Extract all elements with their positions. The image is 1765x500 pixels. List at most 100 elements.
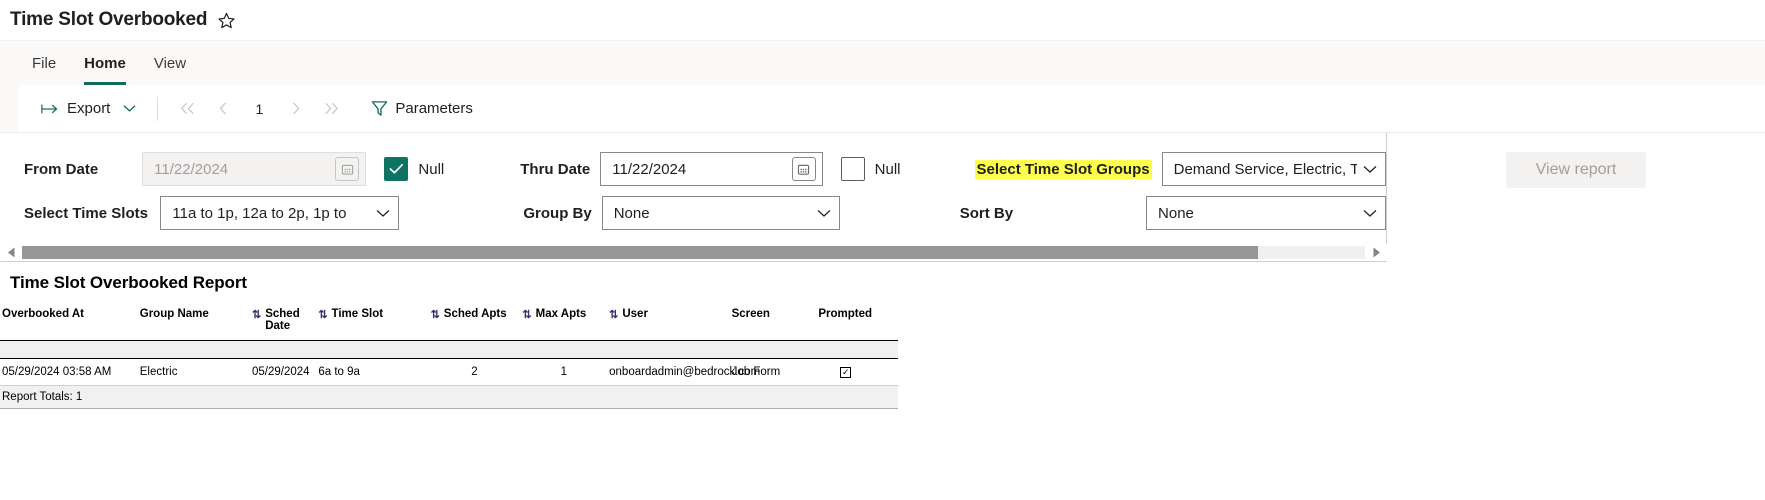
view-report-button[interactable]: View report [1505,152,1647,188]
table-header-row: Overbooked At Group Name ⇅ Sched Date ⇅ … [0,302,898,341]
tab-home-label: Home [84,54,126,72]
column-label: Screen [731,308,770,320]
tab-view-label: View [153,54,187,72]
parameters-panel: From Date 11/22/2024 Null Thru Date 11/2… [0,132,1765,244]
sort-by-dropdown[interactable]: None [1146,196,1386,230]
column-header-max-apts[interactable]: ⇅ Max Apts [520,302,608,341]
column-header-screen[interactable]: Screen [729,302,817,341]
report-table-body: 05/29/2024 03:58 AM Electric 05/29/2024 … [0,340,898,409]
star-outline-icon[interactable] [216,10,236,30]
double-chevron-right-icon[interactable] [314,94,348,124]
chevron-left-icon[interactable] [206,94,240,124]
cell-time-slot: 6a to 9a [316,358,429,386]
from-date-null-checkbox[interactable] [384,157,409,181]
thru-date-label: Thru Date [520,160,591,178]
from-date-input[interactable]: 11/22/2024 [142,152,367,186]
chevron-right-icon[interactable] [278,94,312,124]
chevron-down-icon[interactable] [1363,165,1377,174]
table-spacer-row [0,340,898,359]
tab-view[interactable]: View [140,41,200,85]
window-title-bar: Time Slot Overbooked [0,0,1765,40]
view-report-area: View report [1386,133,1765,244]
thru-date-input[interactable]: 11/22/2024 [600,152,823,186]
time-slots-label: Select Time Slots [24,204,148,222]
column-header-group-name[interactable]: Group Name [137,302,250,341]
column-header-sched-date[interactable]: ⇅ Sched Date [250,302,317,341]
column-label: Overbooked At [2,308,85,320]
thru-date-value: 11/22/2024 [612,160,687,178]
column-label: Prompted [818,308,872,320]
funnel-icon [371,100,388,117]
parameters-button[interactable]: Parameters [362,95,482,122]
triangle-left-icon[interactable] [0,244,22,262]
column-header-overbooked-at[interactable]: Overbooked At [0,302,138,341]
report-totals-label: Report Totals: 1 [0,385,898,409]
cell-max-apts: 1 [520,358,608,386]
checkbox-checked-icon: ✓ [840,367,852,378]
thru-date-null-checkbox[interactable] [840,157,865,181]
cell-sched-apts: 2 [428,358,521,386]
column-label: Group Name [139,308,209,320]
toolbar-divider [157,96,159,121]
group-by-value: None [613,204,650,222]
sort-by-label: Sort By [959,204,1014,222]
column-label: Max Apts [535,308,587,320]
sort-updown-icon[interactable]: ⇅ [318,308,327,321]
toolbar: Export 1 Parameters [18,85,1765,132]
parameters-label: Parameters [395,100,473,117]
page-number[interactable]: 1 [242,94,276,124]
table-row[interactable]: 05/29/2024 03:58 AM Electric 05/29/2024 … [0,358,898,386]
cell-prompted: ✓ [816,358,898,386]
sort-updown-icon[interactable]: ⇅ [609,308,618,321]
calendar-icon[interactable] [335,157,360,181]
column-header-time-slot[interactable]: ⇅ Time Slot [316,302,429,341]
chevron-down-icon[interactable] [1363,209,1377,218]
parameters-row-2: Select Time Slots 11a to 1p, 12a to 2p, … [0,191,1386,235]
triangle-right-icon[interactable] [1365,244,1387,262]
export-arrow-icon [41,102,60,116]
column-header-sched-apts[interactable]: ⇅ Sched Apts [428,302,521,341]
pagination-controls: 1 [170,94,348,124]
chevron-down-icon[interactable] [817,209,831,218]
sort-by-value: None [1158,204,1194,222]
group-by-dropdown[interactable]: None [601,196,840,230]
chevron-down-icon[interactable] [376,209,390,218]
time-slot-groups-dropdown[interactable]: Demand Service, Electric, T [1161,152,1386,186]
horizontal-scrollbar[interactable] [0,244,1387,262]
parameters-fields: From Date 11/22/2024 Null Thru Date 11/2… [0,133,1386,244]
cell-screen: Job Form [729,358,817,386]
from-date-value: 11/22/2024 [154,160,229,178]
sort-updown-icon[interactable]: ⇅ [522,308,531,321]
column-header-user[interactable]: ⇅ User [607,302,730,341]
chevron-down-icon[interactable] [123,104,136,113]
toolbar-container: Export 1 Parameters [0,85,1765,132]
scrollbar-thumb[interactable] [22,246,1258,259]
report-title: Time Slot Overbooked Report [10,273,247,292]
column-label: Sched Apts [443,308,507,320]
thru-date-null-label: Null [874,160,901,178]
column-label: Sched Date [265,308,300,332]
cell-group-name: Electric [137,358,250,386]
tab-file[interactable]: File [18,41,70,85]
tab-home[interactable]: Home [70,41,140,85]
ribbon-tab-bar: File Home View [0,40,1765,85]
export-label: Export [67,100,111,117]
sort-updown-icon[interactable]: ⇅ [252,308,261,321]
export-button[interactable]: Export [32,95,145,122]
double-chevron-left-icon[interactable] [170,94,204,124]
column-label: Time Slot [331,308,384,320]
sort-updown-icon[interactable]: ⇅ [431,308,440,321]
report-table: Overbooked At Group Name ⇅ Sched Date ⇅ … [0,302,898,409]
report-totals-row: Report Totals: 1 [0,385,898,409]
time-slots-dropdown[interactable]: 11a to 1p, 12a to 2p, 1p to [160,196,400,230]
column-header-prompted[interactable]: Prompted [816,302,898,341]
cell-sched-date: 05/29/2024 [250,358,317,386]
cell-overbooked-at: 05/29/2024 03:58 AM [0,358,138,386]
time-slots-value: 11a to 1p, 12a to 2p, 1p to [172,204,347,222]
from-date-label: From Date [24,160,99,178]
report-container: Time Slot Overbooked Report Overbooked A… [0,262,1765,409]
calendar-icon[interactable] [791,157,816,181]
group-by-label: Group By [523,204,592,222]
time-slot-groups-label: Select Time Slot Groups [974,159,1152,179]
scrollbar-track[interactable] [22,246,1365,259]
